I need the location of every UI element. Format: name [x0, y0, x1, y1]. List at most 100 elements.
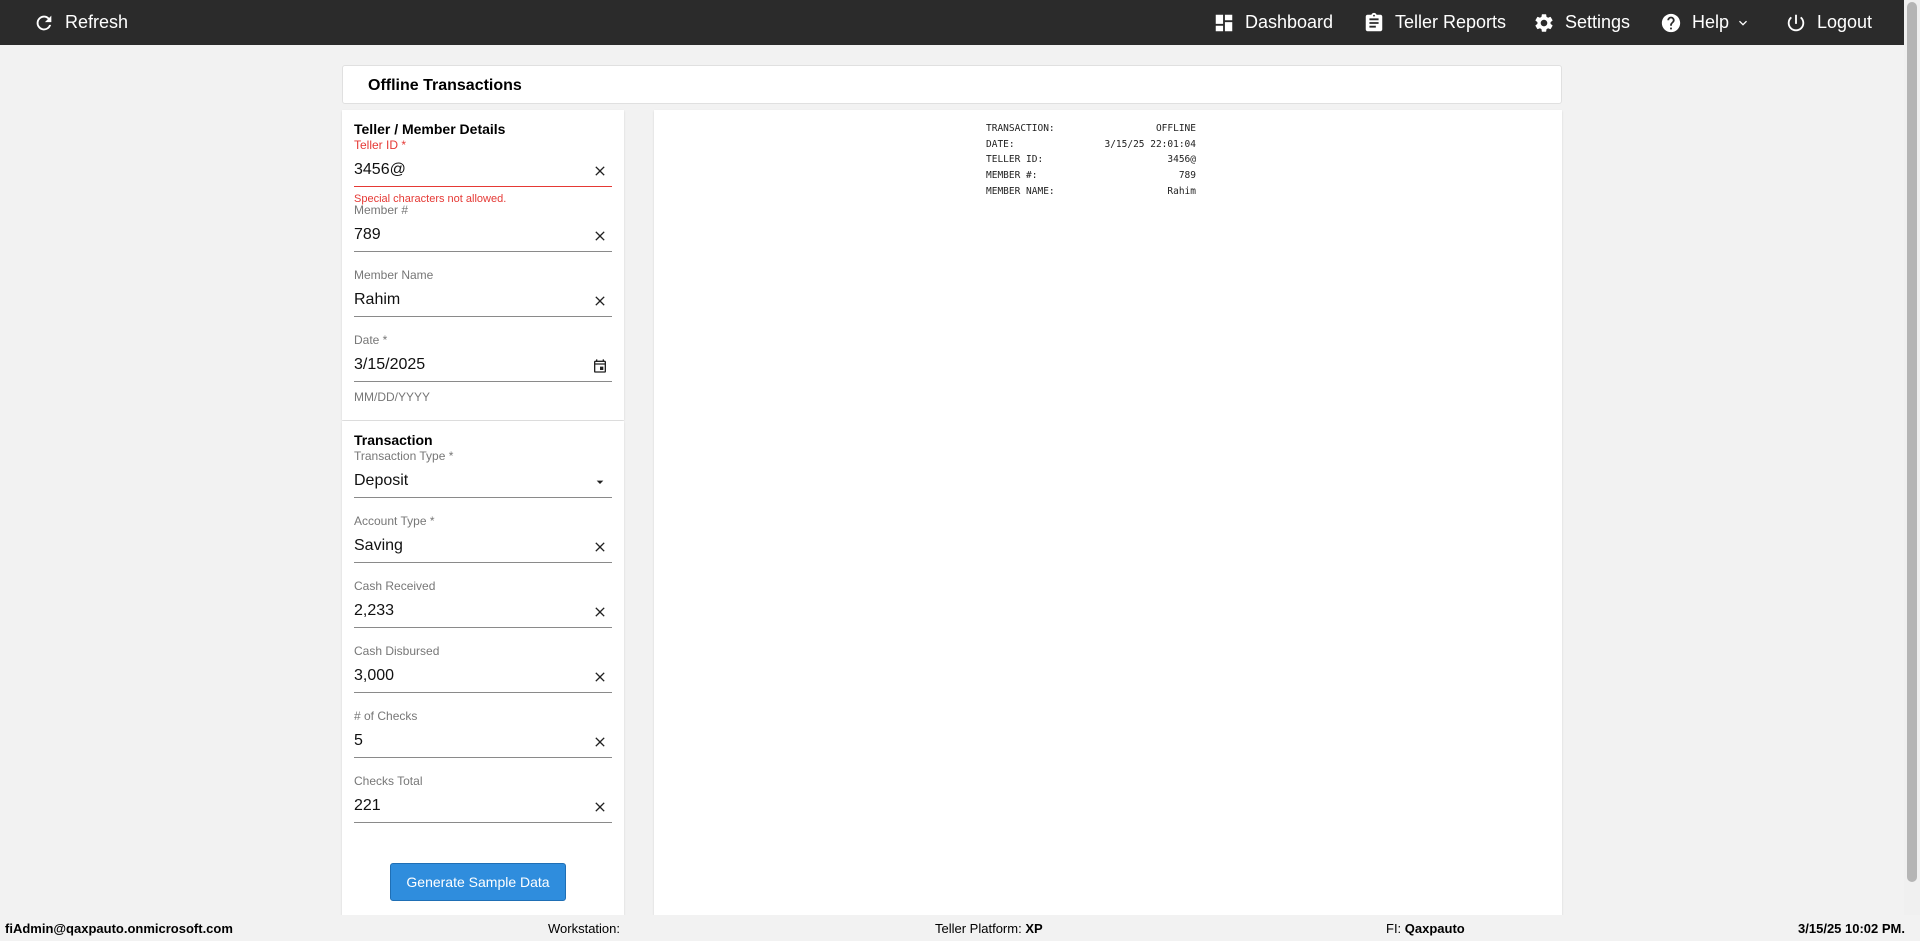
teller-member-section-title: Teller / Member Details: [354, 121, 506, 137]
receipt-line: TELLER ID: 3456@: [986, 154, 1196, 170]
close-icon: [595, 166, 605, 176]
close-icon: [595, 672, 605, 682]
receipt-line: TRANSACTION: OFFLINE: [986, 123, 1196, 139]
clear-checks-total-button[interactable]: [592, 799, 608, 815]
status-platform: Teller Platform: XP: [935, 921, 1043, 936]
status-bar: fiAdmin@qaxpauto.onmicrosoft.com Worksta…: [0, 915, 1920, 941]
cash-received-field: Cash Received 2,233: [354, 579, 612, 628]
checks-total-value: 221: [354, 797, 381, 814]
teller-id-value: 3456@: [354, 161, 406, 178]
nav-settings[interactable]: Settings: [1533, 0, 1630, 45]
close-icon: [595, 607, 605, 617]
transaction-type-field: Transaction Type * Deposit: [354, 449, 612, 498]
cash-received-input[interactable]: 2,233: [354, 598, 612, 628]
cash-disbursed-value: 3,000: [354, 667, 395, 684]
cash-disbursed-field: Cash Disbursed 3,000: [354, 644, 612, 693]
nav-logout[interactable]: Logout: [1785, 0, 1872, 45]
nav-settings-label: Settings: [1565, 12, 1631, 32]
date-hint: MM/DD/YYYY: [354, 390, 431, 404]
clear-account-type-button[interactable]: [592, 539, 608, 555]
transaction-type-select[interactable]: Deposit: [354, 468, 612, 498]
num-checks-label: # of Checks: [354, 709, 418, 723]
date-input[interactable]: 3/15/2025: [354, 352, 612, 382]
member-number-label: Member #: [354, 203, 409, 217]
checks-total-label: Checks Total: [354, 774, 423, 788]
member-name-value: Rahim: [354, 291, 401, 308]
scrollbar-thumb[interactable]: [1907, 2, 1917, 882]
num-checks-value: 5: [354, 732, 363, 749]
cash-received-label: Cash Received: [354, 579, 436, 593]
teller-id-label: Teller ID *: [354, 138, 407, 152]
clear-member-name-button[interactable]: [592, 293, 608, 309]
receipt-line-value: 789: [1178, 170, 1196, 182]
receipt-line-value: 3456@: [1167, 154, 1196, 166]
close-icon: [595, 542, 605, 552]
member-name-label: Member Name: [354, 268, 434, 282]
close-icon: [595, 231, 605, 241]
checks-total-field: Checks Total 221: [354, 774, 612, 823]
account-type-value: Saving: [354, 537, 403, 554]
account-type-label: Account Type *: [354, 514, 435, 528]
clear-teller-id-button[interactable]: [592, 163, 608, 179]
receipt-line-key: TELLER ID:: [986, 154, 1044, 166]
receipt-line-key: MEMBER NAME:: [986, 185, 1055, 197]
caret-down-icon: [596, 480, 604, 484]
nav-help-label: Help: [1692, 12, 1730, 32]
refresh-button[interactable]: Refresh: [33, 0, 128, 45]
generate-sample-data-button[interactable]: Generate Sample Data: [390, 863, 566, 901]
receipt-line: DATE: 3/15/25 22:01:04: [986, 139, 1196, 155]
close-icon: [595, 296, 605, 306]
clear-cash-received-button[interactable]: [592, 604, 608, 620]
status-fi: FI: Qaxpauto: [1386, 921, 1465, 936]
clear-num-checks-button[interactable]: [592, 734, 608, 750]
checks-total-input[interactable]: 221: [354, 793, 612, 823]
status-platform-label: Teller Platform:: [935, 921, 1022, 936]
close-icon: [595, 737, 605, 747]
receipt-line: MEMBER NAME: Rahim: [986, 186, 1196, 202]
status-fi-value: Qaxpauto: [1404, 921, 1465, 936]
cash-disbursed-input[interactable]: 3,000: [354, 663, 612, 693]
member-name-field: Member Name Rahim: [354, 268, 612, 317]
member-number-field: Member # 789: [354, 203, 612, 252]
status-platform-value: XP: [1025, 921, 1043, 936]
top-nav-bar: Refresh Dashboard Teller Reports Setting…: [0, 0, 1904, 45]
receipt-line-value: Rahim: [1167, 185, 1196, 197]
transaction-type-dropdown-button[interactable]: [592, 474, 608, 490]
nav-dashboard[interactable]: Dashboard: [1213, 0, 1333, 45]
receipt-line-value: OFFLINE: [1155, 123, 1196, 134]
status-user: fiAdmin@qaxpauto.onmicrosoft.com: [5, 921, 233, 936]
receipt-line-key: MEMBER #:: [986, 170, 1038, 182]
date-field: Date * 3/15/2025 MM/DD/YYYY: [354, 333, 612, 404]
nav-logout-label: Logout: [1817, 12, 1873, 32]
clear-member-number-button[interactable]: [592, 228, 608, 244]
nav-dashboard-label: Dashboard: [1245, 12, 1334, 32]
receipt-preview-panel: TRANSACTION: OFFLINE DATE: 3/15/25 22:01:04…: [654, 110, 1562, 915]
receipt-line-key: TRANSACTION:: [986, 123, 1055, 134]
calendar-icon: [594, 359, 606, 373]
account-type-input[interactable]: Saving: [354, 533, 612, 563]
page-title-card: Offline Transactions: [342, 65, 1562, 104]
nav-help[interactable]: Help: [1660, 0, 1751, 45]
member-name-input[interactable]: Rahim: [354, 287, 612, 317]
teller-member-panel: Teller / Member Details Teller ID * 3456…: [342, 110, 624, 420]
cash-disbursed-label: Cash Disbursed: [354, 644, 440, 658]
power-icon: [1787, 14, 1805, 31]
dashboard-icon: [1215, 14, 1233, 31]
page-scrollbar[interactable]: [1904, 0, 1920, 941]
clipboard-icon: [1365, 12, 1383, 31]
date-label: Date *: [354, 333, 388, 347]
date-picker-button[interactable]: [592, 358, 608, 374]
num-checks-input[interactable]: 5: [354, 728, 612, 758]
teller-id-input[interactable]: 3456@: [354, 157, 612, 187]
teller-id-field: Teller ID * 3456@ Special characters not…: [354, 138, 612, 205]
gear-icon: [1535, 13, 1553, 32]
help-icon: [1661, 13, 1681, 32]
nav-teller-reports[interactable]: Teller Reports: [1363, 0, 1506, 45]
nav-teller-reports-label: Teller Reports: [1395, 12, 1507, 32]
member-number-input[interactable]: 789: [354, 222, 612, 252]
transaction-type-value: Deposit: [354, 472, 409, 489]
date-value: 3/15/2025: [354, 356, 426, 373]
clear-cash-disbursed-button[interactable]: [592, 669, 608, 685]
transaction-panel: Transaction Transaction Type * Deposit A…: [342, 421, 624, 915]
account-type-field: Account Type * Saving: [354, 514, 612, 563]
